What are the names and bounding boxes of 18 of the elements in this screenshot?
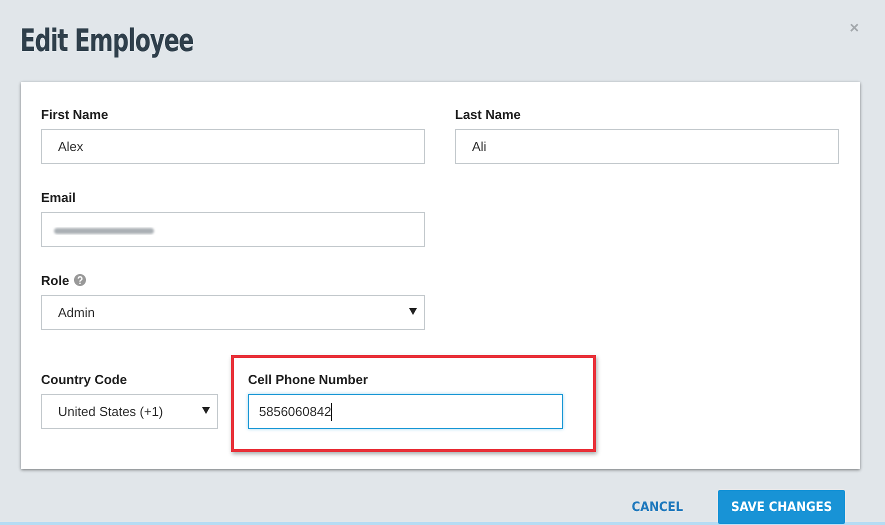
dropdown-field[interactable]: United States (+1)	[41, 394, 218, 429]
field-label: Role	[41, 272, 70, 288]
text-field[interactable]: Ali	[455, 129, 839, 164]
email-field[interactable]	[41, 212, 425, 247]
dropdown-arrow-icon	[202, 407, 210, 414]
text-field[interactable]: Alex	[41, 129, 425, 164]
text-field[interactable]: 5856060842	[248, 394, 563, 429]
dropdown-field[interactable]: Admin	[41, 295, 425, 330]
field-label: First Name	[41, 106, 108, 122]
text-cursor	[331, 402, 332, 420]
field-label: Cell Phone Number	[248, 372, 368, 386]
field-label: Last Name	[455, 106, 521, 122]
field-label: Country Code	[41, 372, 127, 386]
dialog-title: Edit Employee	[20, 23, 194, 59]
field-label: Email	[41, 190, 76, 204]
help-icon[interactable]	[74, 274, 86, 286]
cancel-button[interactable]: CANCEL	[618, 490, 696, 524]
dropdown-arrow-icon	[409, 308, 417, 315]
